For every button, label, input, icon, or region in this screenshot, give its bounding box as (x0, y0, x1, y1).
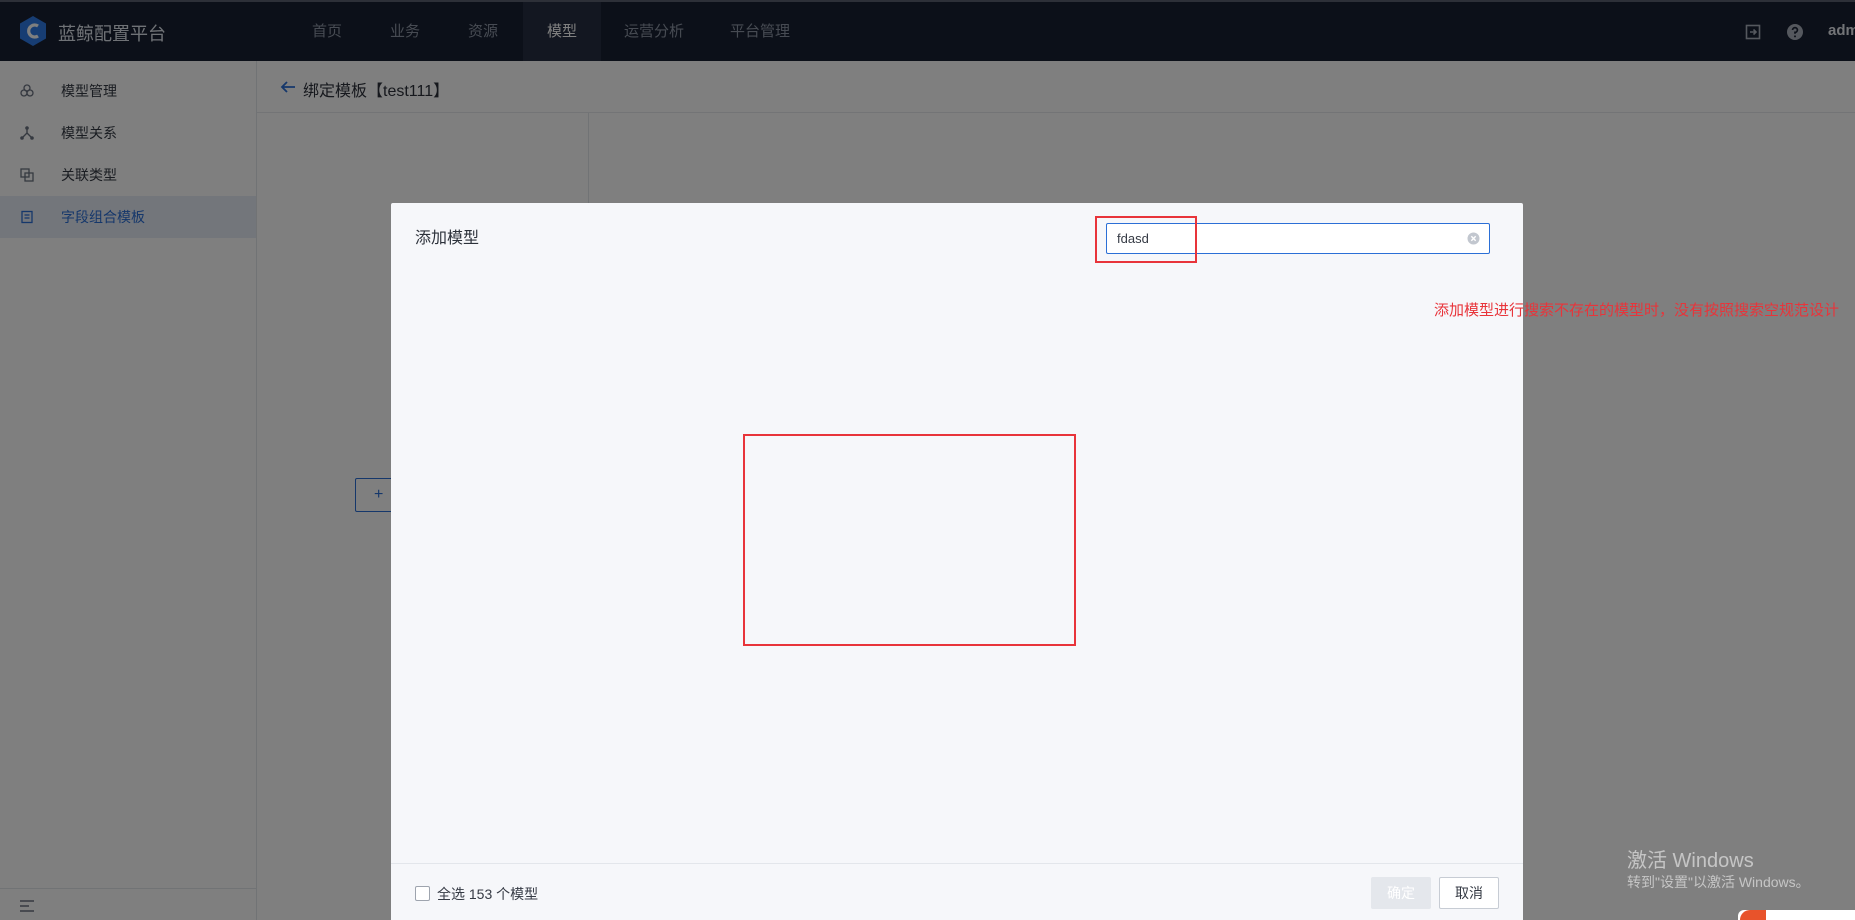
annotation-note: 添加模型进行搜索不存在的模型时，没有按照搜索空规范设计 (1434, 302, 1840, 319)
select-all-checkbox[interactable] (415, 886, 430, 901)
dialog-footer: 全选 153 个模型 确定 取消 (391, 863, 1523, 920)
windows-watermark-title: 激活 Windows (1627, 850, 1754, 872)
corner-badge (1738, 910, 1855, 920)
cancel-button[interactable]: 取消 (1439, 877, 1499, 909)
annotation-box-search (1095, 216, 1197, 263)
dialog-title: 添加模型 (415, 230, 480, 247)
page: 蓝鲸配置平台 首页 业务 资源 模型 运营分析 平台管理 adm 模型管理 (0, 0, 1855, 920)
clear-icon[interactable] (1467, 232, 1480, 245)
select-all-label: 全选 153 个模型 (437, 886, 539, 902)
confirm-button[interactable]: 确定 (1371, 877, 1431, 909)
annotation-box-empty-result (743, 434, 1076, 646)
windows-watermark-subtitle: 转到"设置"以激活 Windows。 (1627, 874, 1810, 890)
corner-badge-mark-icon (1740, 910, 1766, 920)
